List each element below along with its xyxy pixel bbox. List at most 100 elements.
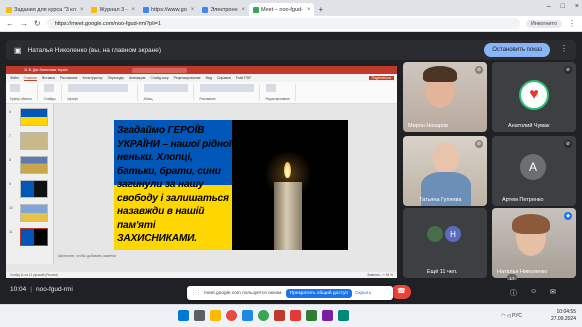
ppt-title: 11 В. Дім Захисника Україн [24,68,68,72]
participant-name: Ещё 11 чел. [427,269,458,275]
slide-number: 10 [9,206,13,210]
self-tile[interactable]: ◆ Наталья Николенко [492,208,576,278]
participant-name: Артем Петренко [502,197,544,203]
browser-tab-active[interactable]: Meet – noo-fgud- × [249,3,315,16]
mic-off-icon: ⊘ [564,140,572,148]
participant-face [433,142,459,174]
participant-name: Наталья Николенко [497,269,548,275]
app-icon[interactable] [322,310,333,321]
slide-number: 9 [9,182,11,186]
ppt-menu-item: Вставка [41,76,55,80]
participant-tile[interactable]: А ⊘ Артем Петренко [492,136,576,206]
hide-notification-link[interactable]: Скрыть [355,291,371,296]
participant-avatar: Н [445,226,461,242]
current-slide: Згадаймо ГЕРОЇВ УКРАЇНИ – нашої рідної н… [114,120,348,250]
browser-tab[interactable]: https://www.go × [139,3,198,16]
info-icon[interactable]: ⓘ [510,288,517,298]
candle-flame-icon [284,162,291,178]
reload-icon[interactable]: ↻ [34,19,41,28]
search-icon[interactable] [194,310,205,321]
maximize-icon[interactable]: □ [561,3,565,10]
powerpoint-icon[interactable] [274,310,285,321]
browser-tab[interactable]: Журнал 3 - × [87,3,139,16]
ppt-search-box [131,67,187,73]
meeting-info: 10:04 | noo-fgud-rmi [10,286,73,293]
stop-sharing-button[interactable]: Прекратить общий доступ [285,288,352,298]
incognito-badge[interactable]: Инкогнито [525,19,562,28]
chat-icon[interactable]: ✉ [550,288,556,296]
taskbar-clock[interactable]: 10:04:55 27.09.2024 [551,309,576,323]
notes-placeholder: Щёлкните, чтобы добавить заметки [58,254,116,258]
slide-thumbnail [20,180,48,198]
close-tab-icon[interactable]: × [242,7,246,13]
browser-tab[interactable]: Электронн × [198,3,249,16]
notification-message: meet.google.com пользуется окном. [204,290,283,296]
present-screen-icon: ▣ [14,45,22,55]
start-icon[interactable] [178,310,189,321]
end-call-button[interactable]: ☎ [391,285,411,299]
ppt-menu: Файл Главная Вставка Рисование Конструкт… [6,74,397,82]
participant-tile[interactable]: ⊘ Татьяна Гуляева [403,136,487,206]
font-icon [67,84,128,92]
browser-tab[interactable]: Задания для курса "3 кл × [2,3,87,16]
shapes-icon [199,84,254,92]
phone-icon: ☎ [397,288,406,295]
ppt-menu-item: Конструктор [82,76,103,80]
forward-icon[interactable]: → [20,19,28,28]
ppt-menu-item: Главная [23,75,37,81]
paste-icon [10,84,20,92]
app-icon[interactable] [290,310,301,321]
mic-off-icon: ⊘ [475,66,483,74]
slide-thumbnail-selected [20,228,48,246]
slide-thumbnail [20,204,48,222]
taskbar: ◠ ◁ РУС 10:04:55 27.09.2024 [0,304,582,327]
back-icon[interactable]: ← [6,19,14,28]
file-explorer-icon[interactable] [210,310,221,321]
language-indicator[interactable]: РУС [512,313,522,319]
ppt-menu-item: Рецензирование [173,76,201,80]
participant-name: Мирон Назаров [408,123,448,129]
url-field[interactable]: https://meet.google.com/noo-fgud-rmi?pli… [46,18,520,29]
ppt-menu-item: Файл [10,76,19,80]
tab-favicon-icon [6,6,12,13]
close-tab-icon[interactable]: × [191,7,195,13]
participant-avatar: А [520,154,546,180]
ribbon-group: Рисование [199,84,260,101]
ppt-menu-item: Справка [216,76,231,80]
close-tab-icon[interactable]: × [80,7,84,13]
clock-time: 10:04:55 [556,309,576,315]
close-tab-icon[interactable]: × [307,7,311,13]
ppt-menu-item: Слайд-шоу [150,76,169,80]
close-window-icon[interactable]: × [575,3,579,10]
paragraph-icon [143,84,188,92]
chrome-icon[interactable] [258,310,269,321]
separator: | [30,286,32,293]
wifi-icon[interactable]: ◠ [501,313,505,319]
participant-tile[interactable]: ⊘ Мирон Назаров [403,62,487,132]
participant-tile[interactable]: ♥ ⊘ Анатолий Чумак [492,62,576,132]
volume-icon[interactable]: ◁ [507,313,511,319]
minimize-icon[interactable]: – [547,3,551,10]
mic-off-icon: ⊘ [475,140,483,148]
system-tray: ◠ ◁ РУС [501,313,522,319]
menu-icon[interactable]: ⋮ [568,19,576,28]
new-tab-icon[interactable]: + [318,5,323,14]
close-tab-icon[interactable]: × [132,7,136,13]
clock-date: 27.09.2024 [550,316,576,322]
people-icon[interactable]: ☺ [530,288,537,295]
ppt-share-button: Поделиться [368,76,394,80]
more-participants-tile[interactable]: Н Ещё 11 чел. [403,208,487,278]
slide-number: 8 [9,158,11,162]
word-icon[interactable] [242,310,253,321]
status-left: Слайд 11 из 11 русский (Россия) [10,273,58,277]
ppt-workspace: 6 7 8 9 10 11 Згадаймо ГЕРОЇВ УКРАЇНИ – … [6,104,397,272]
slide-thumbnail [20,156,48,174]
participant-name: Татьяна Гуляева [419,197,462,203]
browser-tabbar: Задания для курса "3 кл × Журнал 3 - × htt… [0,0,582,16]
ppt-menu-item: Переходы [107,76,124,80]
app-icon[interactable] [338,310,349,321]
more-options-icon[interactable]: ⋮ [560,44,568,53]
stop-presenting-button[interactable]: Остановить показ [484,43,550,57]
excel-icon[interactable] [306,310,317,321]
opera-icon[interactable] [226,310,237,321]
